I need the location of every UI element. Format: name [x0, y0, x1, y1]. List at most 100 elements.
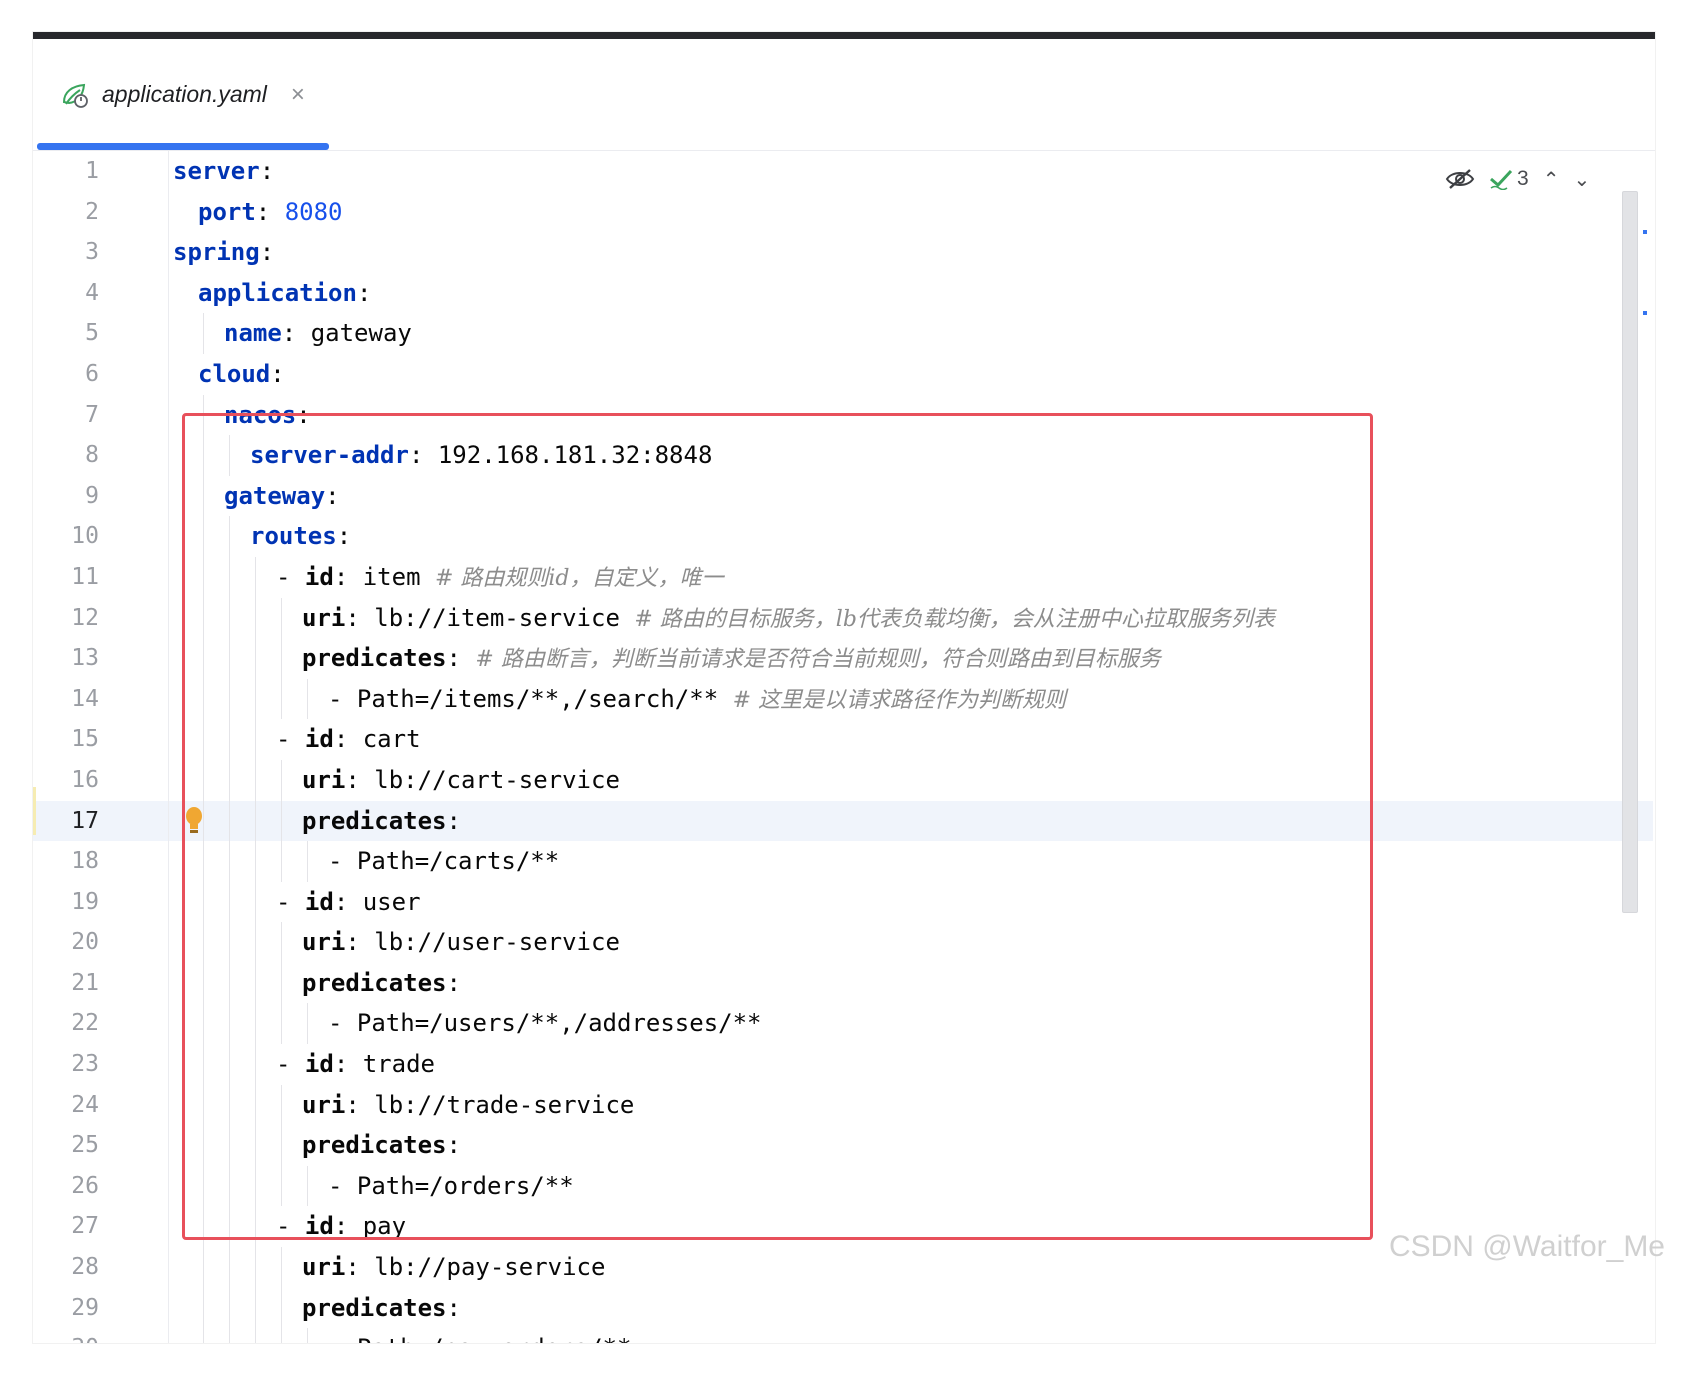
line-number[interactable]: 9: [33, 476, 99, 517]
yaml-key: uri: [302, 928, 346, 957]
line-number[interactable]: 20: [33, 922, 99, 963]
code-line[interactable]: predicates:: [173, 800, 1655, 842]
line-number[interactable]: 27: [33, 1206, 99, 1247]
watermark: CSDN @Waitfor_Me: [1388, 1230, 1665, 1263]
indent-guide: [203, 516, 204, 557]
line-number[interactable]: 13: [33, 638, 99, 679]
yaml-separator: :: [446, 968, 461, 997]
code-line[interactable]: application:: [173, 273, 1655, 314]
scrollbar-thumb[interactable]: [1622, 191, 1638, 913]
indent-guide: [203, 922, 204, 963]
indent-guide: [281, 638, 282, 679]
vertical-scrollbar[interactable]: [1622, 191, 1638, 913]
code-line[interactable]: - id: user: [173, 881, 1655, 923]
code-line[interactable]: - id: item # 路由规则id，自定义，唯一: [173, 556, 1655, 598]
line-number[interactable]: 16: [33, 760, 99, 801]
line-number[interactable]: 18: [33, 841, 99, 882]
code-line[interactable]: server-addr: 192.168.181.32:8848: [173, 435, 1655, 476]
indent-guide: [281, 597, 282, 639]
code-line[interactable]: routes:: [173, 516, 1655, 557]
yaml-separator: :: [296, 400, 311, 429]
line-number[interactable]: 11: [33, 557, 99, 598]
line-number[interactable]: 22: [33, 1003, 99, 1044]
code-line[interactable]: - Path=/carts/**: [173, 841, 1655, 882]
code-line[interactable]: predicates:: [173, 962, 1655, 1004]
line-number[interactable]: 21: [33, 963, 99, 1004]
line-number[interactable]: 24: [33, 1085, 99, 1126]
indent-guide: [281, 1287, 282, 1329]
previous-highlight-button[interactable]: ⌃: [1543, 167, 1560, 191]
line-number[interactable]: 23: [33, 1044, 99, 1085]
code-line[interactable]: - Path=/users/**,/addresses/**: [173, 1003, 1655, 1045]
code-line[interactable]: uri: lb://user-service: [173, 922, 1655, 963]
indent-guide: [281, 759, 282, 801]
code-lines[interactable]: server: port: 8080 spring: application: name…: [173, 151, 1655, 1343]
line-number[interactable]: 4: [33, 273, 99, 314]
list-dash: -: [276, 1050, 305, 1079]
gutter[interactable]: 1 2 3 4 5 6 7 8 9 10 11 12 13 14 15 16 17 18 19 20 21 22 23 24 2…: [33, 151, 168, 1343]
code-line[interactable]: uri: lb://cart-service: [173, 759, 1655, 801]
code-line[interactable]: - id: trade: [173, 1044, 1655, 1085]
yaml-value: Path=/users/**,/addresses/**: [356, 1009, 762, 1038]
line-number[interactable]: 25: [33, 1125, 99, 1166]
code-line[interactable]: - Path=/pay-orders/**: [173, 1328, 1655, 1343]
indent-guide: [203, 475, 204, 517]
code-line[interactable]: name: gateway: [173, 313, 1655, 354]
line-number[interactable]: 14: [33, 679, 99, 720]
line-number[interactable]: 5: [33, 313, 99, 354]
line-number[interactable]: 29: [33, 1288, 99, 1329]
indent-guide: [281, 922, 282, 963]
line-number[interactable]: 2: [33, 192, 99, 233]
code-line[interactable]: predicates:: [173, 1125, 1655, 1166]
code-line[interactable]: uri: lb://trade-service: [173, 1084, 1655, 1126]
code-line[interactable]: gateway:: [173, 475, 1655, 517]
line-number[interactable]: 30: [33, 1328, 99, 1343]
indent-guide: [307, 841, 308, 882]
code-line[interactable]: spring:: [173, 232, 1655, 273]
yaml-key: id: [304, 725, 334, 754]
line-number[interactable]: 7: [33, 395, 99, 436]
line-number[interactable]: 3: [33, 232, 99, 273]
yaml-key: cloud: [198, 359, 271, 388]
yaml-separator: :: [408, 441, 438, 470]
line-number[interactable]: 10: [33, 516, 99, 557]
code-line[interactable]: server:: [173, 151, 1655, 192]
line-number[interactable]: 17: [33, 801, 99, 842]
line-number[interactable]: 6: [33, 354, 99, 395]
yaml-separator: :: [345, 928, 375, 957]
yaml-value: Path=/orders/**: [356, 1171, 574, 1200]
yaml-separator: :: [446, 806, 461, 835]
yaml-separator: :: [259, 157, 275, 185]
code-line[interactable]: - Path=/orders/**: [173, 1165, 1655, 1207]
indent-guide: [203, 1287, 204, 1329]
eye-slash-icon[interactable]: [1445, 167, 1475, 191]
code-line[interactable]: - id: cart: [173, 719, 1655, 760]
yaml-separator: :: [333, 1212, 363, 1241]
code-line[interactable]: predicates:: [173, 1287, 1655, 1329]
code-line[interactable]: port: 8080: [173, 192, 1655, 233]
next-highlight-button[interactable]: ⌄: [1573, 167, 1590, 191]
yaml-separator: :: [336, 522, 352, 551]
yaml-value: 192.168.181.32:8848: [437, 441, 713, 470]
line-number[interactable]: 12: [33, 598, 99, 639]
line-number[interactable]: 28: [33, 1247, 99, 1288]
line-number[interactable]: 1: [33, 151, 99, 192]
line-number[interactable]: 19: [33, 882, 99, 923]
code-line[interactable]: predicates: # 路由断言，判断当前请求是否符合当前规则，符合则路由到…: [173, 638, 1655, 679]
indent-guide: [203, 1084, 204, 1126]
close-icon[interactable]: ×: [291, 81, 305, 109]
code-line[interactable]: - Path=/items/**,/search/** # 这里是以请求路径作为…: [173, 678, 1655, 720]
line-number[interactable]: 26: [33, 1166, 99, 1207]
indent-guide: [203, 841, 204, 882]
code-line[interactable]: nacos:: [173, 394, 1655, 436]
line-number[interactable]: 15: [33, 719, 99, 760]
tab-application-yaml[interactable]: application.yaml ×: [60, 39, 350, 150]
inspection-count[interactable]: 3: [1489, 167, 1529, 191]
code-line[interactable]: uri: lb://item-service # 路由的目标服务，lb代表负载均…: [173, 597, 1655, 639]
indent-guide: [203, 678, 204, 720]
code-editor[interactable]: 1 2 3 4 5 6 7 8 9 10 11 12 13 14 15 16 17 18 19 20 21 22 23 24 2…: [33, 151, 1655, 1343]
indent-guide: [255, 962, 256, 1004]
title-bar: [33, 32, 1655, 39]
code-line[interactable]: cloud:: [173, 354, 1655, 395]
line-number[interactable]: 8: [33, 435, 99, 476]
